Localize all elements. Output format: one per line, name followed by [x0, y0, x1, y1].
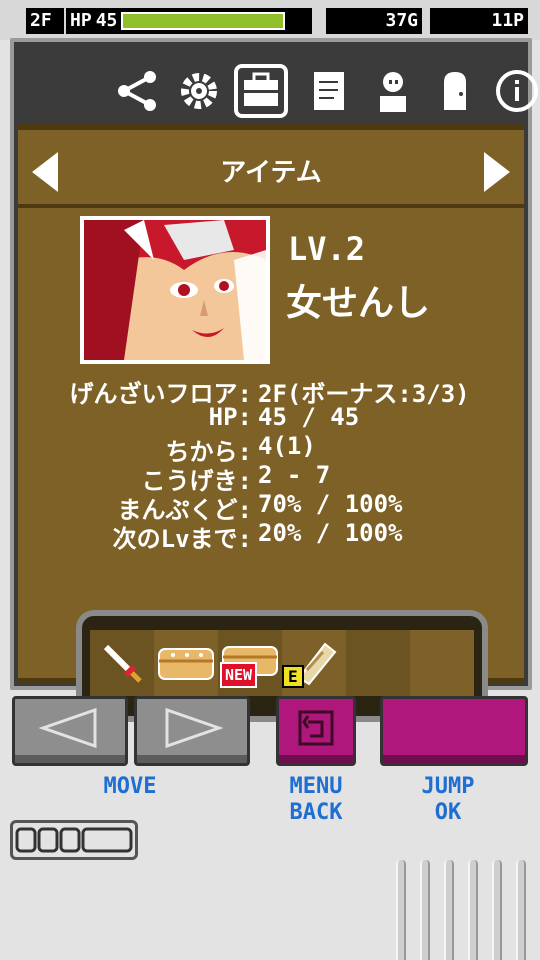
hp-label: HP	[70, 10, 92, 31]
hp-indicator: HP 45	[66, 8, 312, 34]
character-level: LV.2	[288, 230, 366, 268]
speaker-grille	[396, 860, 540, 960]
stat-value: 70% / 100%	[258, 490, 403, 518]
stat-row: げんざいフロア: 2F(ボーナス:3/3)	[18, 374, 524, 408]
game-screen: アイテム LV.2 女せんし げんざいフロア: 2F(ボーナス:3/3) HP:…	[10, 38, 538, 722]
stat-row: ちから: 4(1)	[18, 432, 524, 466]
notebook-icon[interactable]	[302, 64, 356, 118]
inventory-slot-empty[interactable]	[410, 630, 474, 696]
floor-indicator: 2F	[26, 8, 64, 34]
menu-back-button[interactable]	[276, 696, 356, 766]
inventory-slot-bread-new[interactable]: NEW	[218, 630, 282, 696]
stat-value: 2F(ボーナス:3/3)	[258, 380, 470, 408]
hp-value: 45	[95, 10, 118, 31]
menu-back-caption: MENU BACK	[289, 774, 343, 825]
move-right-button[interactable]	[134, 696, 250, 766]
inventory-slot-empty[interactable]	[346, 630, 410, 696]
points-counter: 11P	[430, 8, 528, 34]
bag-icon[interactable]	[234, 64, 288, 118]
hp-bar-fill	[123, 14, 284, 28]
stat-row: 次のLvまで: 20% / 100%	[18, 519, 524, 553]
new-badge: NEW	[220, 662, 258, 688]
sword-icon	[103, 644, 142, 683]
stats-list: げんざいフロア: 2F(ボーナス:3/3) HP: 45 / 45 ちから: 4(1)…	[18, 374, 524, 553]
inventory-slots: NEW E	[90, 630, 474, 696]
menu-icon-bar	[110, 54, 538, 134]
stat-label: こうげき:	[141, 467, 252, 495]
equipped-badge: E	[282, 665, 304, 688]
info-icon[interactable]	[490, 64, 540, 118]
stat-label: まんぷくど:	[117, 496, 252, 524]
panel-title: アイテム	[220, 158, 322, 188]
return-icon	[298, 710, 334, 746]
stat-row: まんぷくど: 70% / 100%	[18, 490, 524, 524]
stat-label: ちから:	[165, 438, 252, 466]
character-icon[interactable]	[366, 64, 420, 118]
panel-divider	[18, 204, 524, 208]
stat-value: 45 / 45	[258, 403, 360, 431]
stat-label: げんざいフロア:	[69, 380, 252, 408]
stat-label: HP:	[208, 403, 252, 431]
stat-label: 次のLvまで:	[112, 525, 252, 553]
status-bar: 2F HP 45 37G 11P	[0, 0, 540, 40]
gear-icon[interactable]	[172, 64, 226, 118]
inventory-slot-sword[interactable]	[90, 630, 154, 696]
bread-icon	[158, 648, 214, 680]
brand-logo-mark	[15, 827, 133, 853]
stat-row: こうげき: 2 - 7	[18, 461, 524, 495]
share-icon[interactable]	[110, 64, 164, 118]
brand-logo	[10, 820, 138, 860]
move-left-button[interactable]	[12, 696, 128, 766]
status-panel: アイテム LV.2 女せんし げんざいフロア: 2F(ボーナス:3/3) HP:…	[18, 124, 524, 722]
hp-bar	[121, 12, 286, 30]
character-class: 女せんし	[286, 283, 431, 324]
stat-value: 2 - 7	[258, 461, 331, 489]
door-icon[interactable]	[428, 64, 482, 118]
inventory-slot-scroll[interactable]: E	[282, 630, 346, 696]
gold-counter: 37G	[326, 8, 422, 34]
jump-ok-caption: JUMP OK	[421, 774, 475, 825]
left-triangle-icon	[38, 708, 97, 749]
inventory-slot-bread[interactable]	[154, 630, 218, 696]
move-caption: MOVE	[103, 774, 157, 799]
stat-value: 20% / 100%	[258, 519, 403, 547]
right-triangle-icon	[165, 708, 224, 749]
next-page-arrow-icon[interactable]	[484, 152, 510, 192]
stat-value: 4(1)	[258, 432, 316, 460]
character-portrait	[80, 216, 270, 364]
jump-ok-button[interactable]	[380, 696, 528, 766]
